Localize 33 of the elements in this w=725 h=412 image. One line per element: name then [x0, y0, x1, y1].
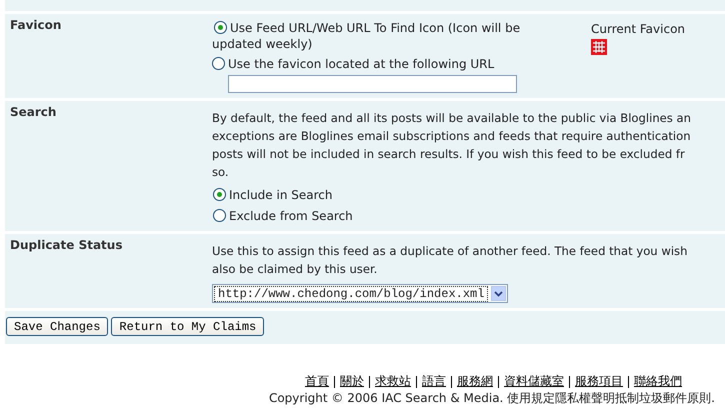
footer-link[interactable]: 服務項目 [575, 373, 623, 390]
form-button[interactable]: Return to My Claims [111, 317, 264, 336]
description-text: posts will not be included in search results. If you wish this feed to be excluded fr [212, 146, 685, 163]
radio-button[interactable] [212, 57, 225, 70]
section-label: Search [10, 105, 56, 119]
favicon-icon [591, 39, 607, 55]
description-text: so. [212, 164, 229, 181]
form-button[interactable]: Save Changes [6, 317, 108, 336]
description-text: also be claimed by this user. [212, 261, 378, 278]
option-label: updated weekly) [212, 37, 312, 51]
radio-button[interactable] [214, 21, 227, 34]
footer-link[interactable]: 聯絡我們 [634, 373, 682, 390]
description-text: Use this to assign this feed as a duplicate of another feed. The feed that you wish [212, 243, 688, 260]
footer-link[interactable]: 求救站 [375, 373, 411, 390]
section-label: Favicon [10, 18, 62, 32]
footer-link[interactable]: 資料儲藏室 [504, 373, 564, 390]
current-favicon-label: Current Favicon [591, 22, 686, 36]
description-text: exceptions are Bloglines email subscriptions and feeds that require authentication [212, 128, 691, 145]
copyright-text: Copyright © 2006 IAC Search & Media. 使用規定隱私權聲明抵制垃圾郵件原則. [268, 391, 715, 405]
option-label: Exclude from Search [229, 208, 353, 222]
description-text: By default, the feed and all its posts will be available to the public via Bloglines an [212, 110, 691, 127]
feed-dropdown[interactable]: http://www.chedong.com/blog/index.xml [212, 284, 508, 303]
url-input-field[interactable] [228, 75, 517, 93]
section-label: Duplicate Status [10, 238, 122, 252]
radio-button[interactable] [213, 209, 226, 222]
radio-button[interactable] [213, 188, 226, 201]
option-label: Use Feed URL/Web URL To Find Icon (Icon will be [230, 20, 520, 34]
footer-link[interactable]: 服務網 [457, 373, 493, 390]
footer-link[interactable]: 關於 [340, 373, 364, 390]
option-label: Use the favicon located at the following URL [228, 56, 494, 70]
footer-link[interactable]: 首頁 [305, 373, 329, 390]
footer-link[interactable]: 語言 [422, 373, 446, 390]
option-label: Include in Search [229, 188, 332, 202]
